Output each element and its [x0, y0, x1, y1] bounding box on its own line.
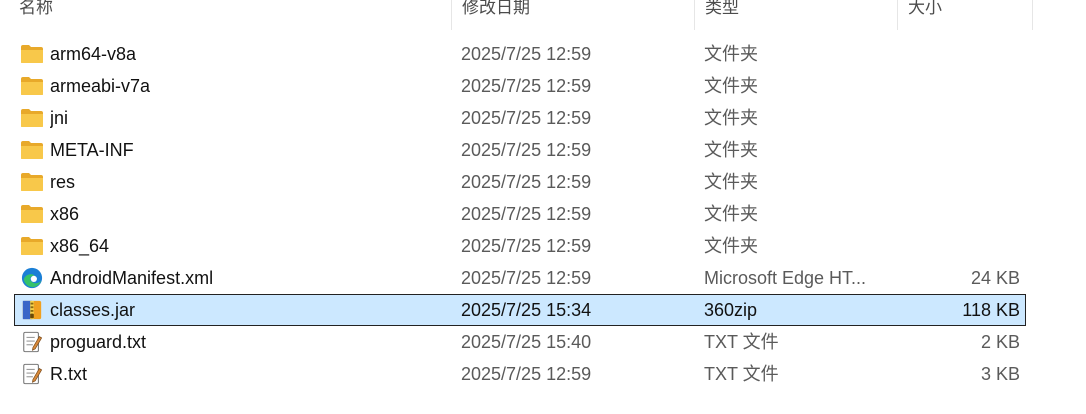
file-type: 文件夹 — [704, 140, 758, 160]
file-type: 文件夹 — [704, 204, 758, 224]
file-list: arm64-v8a 2025/7/25 12:59 文件夹 armeabi-v7a 20… — [0, 38, 1034, 390]
file-row[interactable]: arm64-v8a 2025/7/25 12:59 文件夹 — [0, 38, 1034, 70]
file-name: AndroidManifest.xml — [50, 268, 214, 288]
file-type: Microsoft Edge HT... — [704, 268, 867, 288]
folder-icon — [20, 203, 44, 225]
file-size — [898, 230, 1020, 262]
file-size: 118 KB — [962, 300, 1020, 320]
file-date: 2025/7/25 12:59 — [461, 76, 592, 96]
file-type: 文件夹 — [704, 44, 758, 64]
archive-icon — [20, 299, 44, 321]
file-size: 24 KB — [970, 268, 1020, 288]
file-row[interactable]: jni 2025/7/25 12:59 文件夹 — [0, 102, 1034, 134]
file-type: TXT 文件 — [704, 332, 779, 352]
folder-icon — [20, 43, 44, 65]
file-date: 2025/7/25 12:59 — [461, 108, 592, 128]
file-size: 2 KB — [980, 332, 1020, 352]
folder-icon — [20, 75, 44, 97]
file-row[interactable]: R.txt 2025/7/25 12:59 TXT 文件 3 KB — [0, 358, 1034, 390]
folder-icon — [20, 171, 44, 193]
folder-icon — [20, 139, 44, 161]
file-row[interactable]: classes.jar 2025/7/25 15:34 360zip 118 KB — [0, 294, 1034, 326]
file-type: 文件夹 — [704, 172, 758, 192]
file-name: classes.jar — [50, 300, 136, 320]
file-date: 2025/7/25 12:59 — [461, 268, 592, 288]
file-name: x86_64 — [50, 236, 110, 256]
column-date-label: 修改日期 — [462, 0, 530, 17]
text-file-icon — [20, 363, 44, 385]
file-size — [898, 166, 1020, 198]
file-row[interactable]: res 2025/7/25 12:59 文件夹 — [0, 166, 1034, 198]
folder-icon — [20, 235, 44, 257]
text-file-icon — [20, 331, 44, 353]
file-type: 文件夹 — [704, 236, 758, 256]
file-row[interactable]: AndroidManifest.xml 2025/7/25 12:59 Micros… — [0, 262, 1034, 294]
file-date: 2025/7/25 15:40 — [461, 332, 592, 352]
column-header-size[interactable]: 大小 — [898, 0, 1033, 30]
column-type-label: 类型 — [705, 0, 739, 17]
file-row[interactable]: x86_64 2025/7/25 12:59 文件夹 — [0, 230, 1034, 262]
file-name: arm64-v8a — [50, 44, 137, 64]
file-name: R.txt — [50, 364, 88, 384]
file-date: 2025/7/25 12:59 — [461, 364, 592, 384]
file-date: 2025/7/25 12:59 — [461, 204, 592, 224]
column-name-label: 名称 — [19, 0, 53, 17]
file-type: TXT 文件 — [704, 364, 779, 384]
file-date: 2025/7/25 12:59 — [461, 236, 592, 256]
file-size — [898, 102, 1020, 134]
column-header: 名称 修改日期 类型 大小 — [0, 0, 1034, 30]
file-size — [898, 198, 1020, 230]
file-date: 2025/7/25 12:59 — [461, 172, 592, 192]
file-row[interactable]: x86 2025/7/25 12:59 文件夹 — [0, 198, 1034, 230]
column-size-label: 大小 — [908, 0, 942, 17]
file-name: x86 — [50, 204, 80, 224]
file-size — [898, 38, 1020, 70]
file-date: 2025/7/25 12:59 — [461, 140, 592, 160]
file-size — [898, 70, 1020, 102]
file-size: 3 KB — [980, 364, 1020, 384]
file-date: 2025/7/25 15:34 — [461, 300, 592, 320]
column-header-type[interactable]: 类型 — [695, 0, 898, 30]
folder-icon — [20, 107, 44, 129]
file-row[interactable]: armeabi-v7a 2025/7/25 12:59 文件夹 — [0, 70, 1034, 102]
file-type: 文件夹 — [704, 108, 758, 128]
file-date: 2025/7/25 12:59 — [461, 44, 592, 64]
file-name: res — [50, 172, 76, 192]
file-row[interactable]: proguard.txt 2025/7/25 15:40 TXT 文件 2 KB — [0, 326, 1034, 358]
column-header-name[interactable]: 名称 — [0, 0, 452, 30]
file-name: META-INF — [50, 140, 134, 160]
file-type: 文件夹 — [704, 76, 758, 96]
file-size — [898, 134, 1020, 166]
file-row[interactable]: META-INF 2025/7/25 12:59 文件夹 — [0, 134, 1034, 166]
file-name: jni — [50, 108, 69, 128]
edge-icon — [20, 267, 44, 289]
file-name: armeabi-v7a — [50, 76, 151, 96]
file-type: 360zip — [704, 300, 758, 320]
column-header-date[interactable]: 修改日期 — [452, 0, 695, 30]
file-name: proguard.txt — [50, 332, 147, 352]
